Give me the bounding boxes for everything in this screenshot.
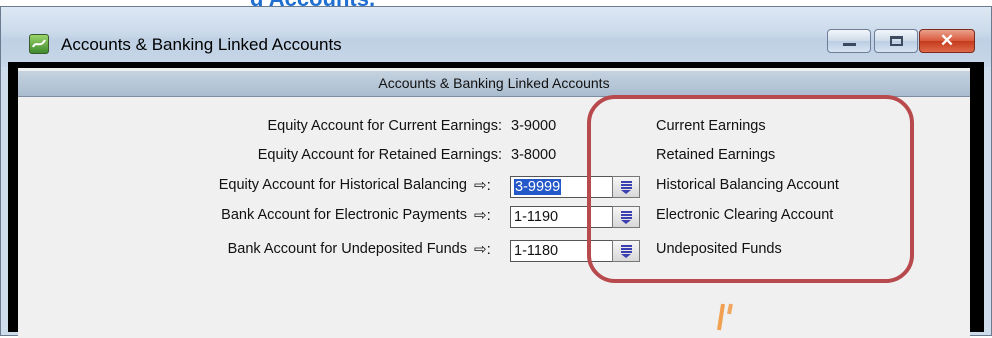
annotation-arrow-icon: [717, 303, 733, 331]
undeposited-funds-arrow-icon[interactable]: ⇨:: [474, 240, 491, 258]
current-earnings-label: Equity Account for Current Earnings:: [267, 118, 502, 134]
window-title: Accounts & Banking Linked Accounts: [61, 35, 342, 54]
electronic-payments-value: 1-1190: [514, 209, 559, 225]
maximize-button[interactable]: [874, 29, 918, 53]
app-icon: [29, 34, 49, 54]
close-button[interactable]: ✕: [919, 29, 975, 53]
minimize-icon: [843, 43, 856, 46]
electronic-payments-arrow-icon[interactable]: ⇨:: [474, 206, 491, 224]
historical-balancing-value: 3-9999: [514, 179, 562, 195]
highlight-annotation: [587, 95, 914, 283]
historical-balancing-arrow-icon[interactable]: ⇨:: [474, 176, 491, 194]
window-titlebar[interactable]: Accounts & Banking Linked Accounts ✕: [1, 7, 991, 67]
historical-balancing-label: Equity Account for Historical Balancing: [218, 177, 467, 193]
current-earnings-value: 3-9000: [511, 118, 557, 134]
undeposited-funds-value: 1-1180: [514, 243, 559, 259]
electronic-payments-label: Bank Account for Electronic Payments: [221, 207, 467, 223]
undeposited-funds-label: Bank Account for Undeposited Funds: [227, 241, 467, 257]
minimize-button[interactable]: [827, 29, 871, 53]
maximize-icon: [890, 36, 903, 46]
retained-earnings-label: Equity Account for Retained Earnings:: [257, 147, 502, 163]
close-icon: ✕: [939, 31, 955, 50]
retained-earnings-value: 3-8000: [511, 147, 557, 163]
section-header: Accounts & Banking Linked Accounts: [18, 71, 970, 97]
